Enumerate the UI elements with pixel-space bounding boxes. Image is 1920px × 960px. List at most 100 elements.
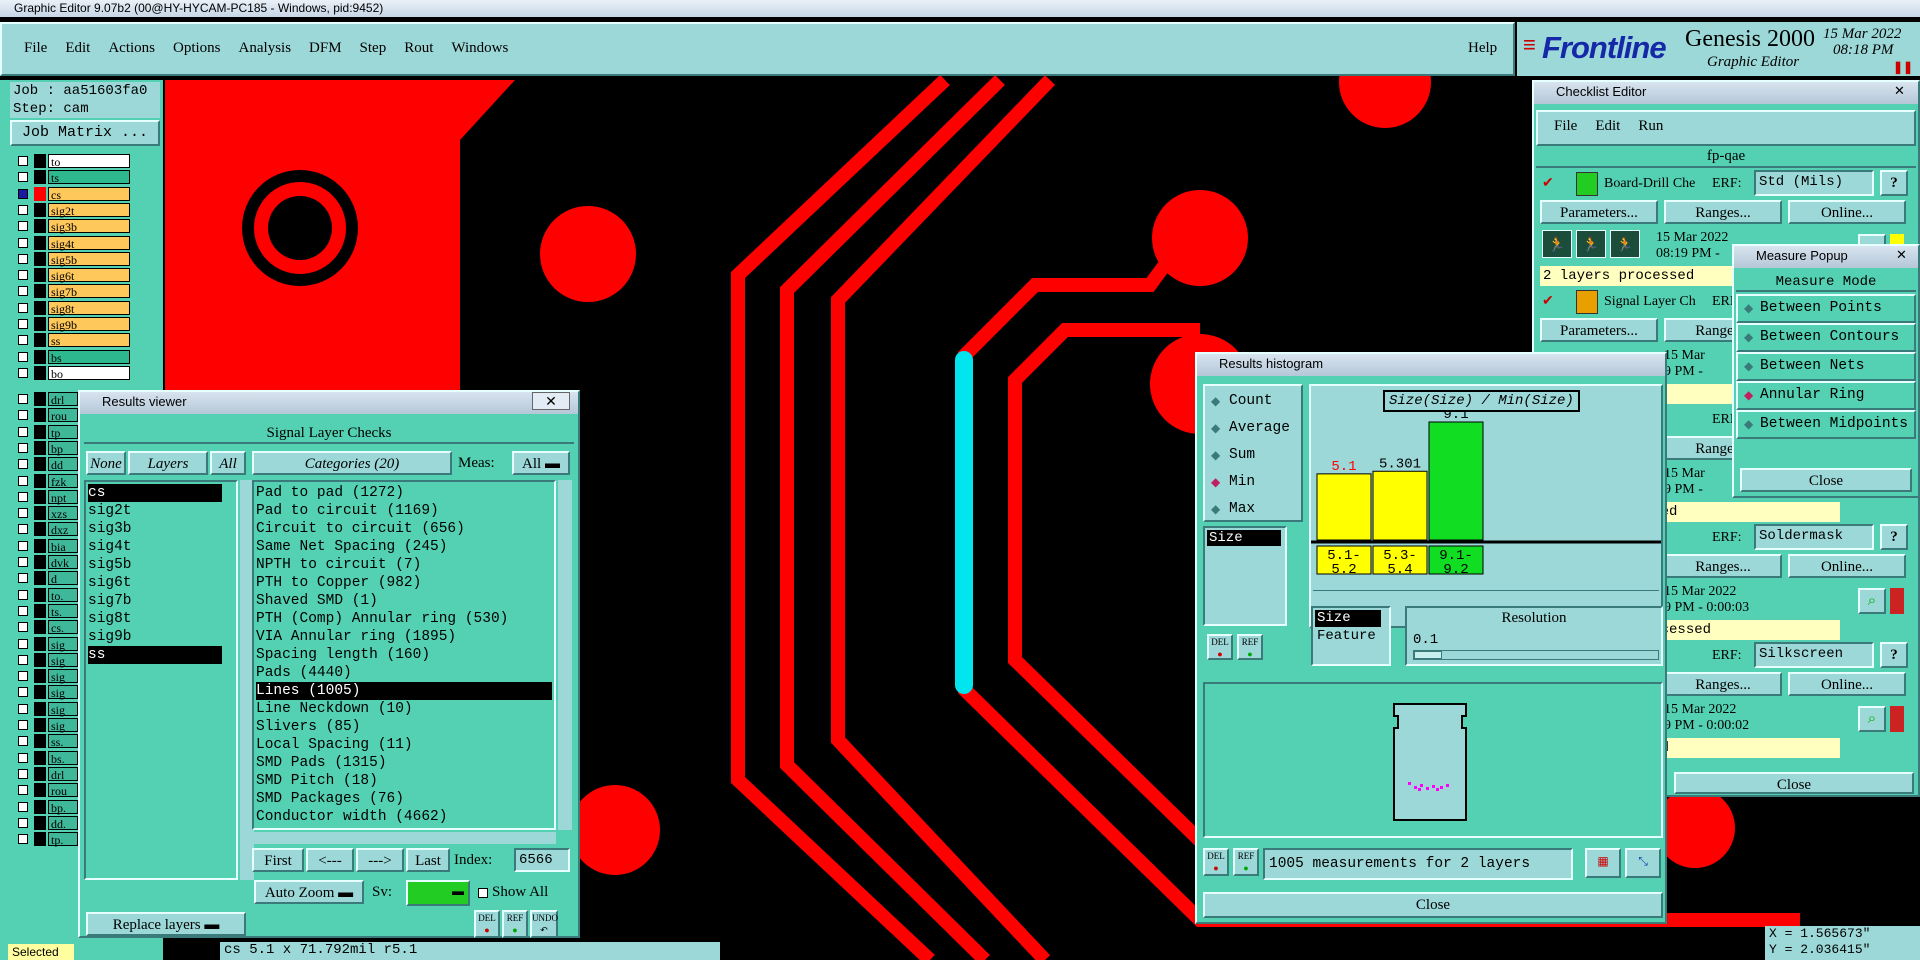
check-online-button[interactable]: Online... — [1788, 554, 1906, 578]
layer-checkbox[interactable] — [18, 622, 28, 633]
category-list[interactable]: Pad to pad (1272) Pad to circuit (1169) Ci… — [252, 480, 556, 830]
category-item[interactable]: Pad to circuit (1169) — [256, 502, 552, 520]
replace-layers-select[interactable]: Replace layers ▬ — [86, 912, 246, 936]
category-item[interactable]: Pad to pad (1272) — [256, 484, 552, 502]
layer-list-item[interactable]: sig6t — [88, 574, 222, 592]
layer-checkbox[interactable] — [18, 768, 28, 779]
layer-checkbox[interactable] — [18, 687, 28, 698]
histogram-titlebar[interactable]: Results histogram — [1197, 354, 1665, 376]
category-item[interactable]: VIA Annular ring (1895) — [256, 628, 552, 646]
layer-checkbox[interactable] — [18, 557, 28, 567]
category-item[interactable]: PTH to Copper (982) — [256, 574, 552, 592]
layer-bo[interactable]: bo — [48, 365, 130, 381]
layer-other[interactable]: drl — [48, 766, 78, 782]
measure-close-button[interactable]: Close — [1740, 468, 1912, 492]
category-item[interactable]: Same Net Spacing (245) — [256, 538, 552, 556]
measure-mode-between-points[interactable]: ◆ Between Points — [1736, 294, 1916, 323]
measure-mode-between-nets[interactable]: ◆ Between Nets — [1736, 352, 1916, 381]
layer-other[interactable]: fzk — [48, 473, 78, 489]
layer-checkbox[interactable] — [18, 459, 28, 470]
check-zoom-icon[interactable]: ⌕ — [1858, 588, 1886, 614]
layer-list-item[interactable]: sig7b — [88, 592, 222, 610]
check-online-button[interactable]: Online... — [1788, 672, 1906, 696]
menu-actions[interactable]: Actions — [108, 40, 155, 57]
check-erf-input[interactable]: Silkscreen — [1754, 642, 1874, 668]
size-feature-list[interactable]: Size Feature — [1311, 606, 1391, 666]
layer-other[interactable]: npt — [48, 489, 78, 505]
check-erf-input[interactable]: Std (Mils) — [1754, 170, 1874, 196]
layer-other[interactable]: dvk — [48, 555, 78, 570]
category-item[interactable]: Conductor width (4662) — [256, 808, 552, 826]
field-size[interactable]: Size — [1207, 530, 1281, 546]
check-parameters-button[interactable]: Parameters... — [1540, 318, 1658, 342]
histogram-zoom-icon[interactable]: ⤡ — [1625, 848, 1661, 878]
layer-list-item[interactable]: ss — [88, 646, 222, 664]
check-run-icon[interactable]: 🏃 — [1576, 230, 1606, 258]
layer-checkbox[interactable] — [18, 589, 28, 600]
measure-mode-between-midpoints[interactable]: ◆ Between Midpoints — [1736, 410, 1916, 439]
menu-help[interactable]: Help — [1468, 40, 1497, 57]
check-run-icon[interactable]: 🏃 — [1610, 230, 1640, 258]
layer-checkbox[interactable] — [18, 654, 28, 665]
layer-checkbox[interactable] — [18, 367, 28, 378]
check-enabled-icon[interactable]: ✔ — [1542, 292, 1554, 309]
layer-list-item[interactable]: sig4t — [88, 538, 222, 556]
layer-sig7b[interactable]: sig7b — [48, 284, 130, 299]
check-ranges-button[interactable]: Ranges... — [1664, 672, 1782, 696]
check-help-button[interactable]: ? — [1880, 642, 1908, 668]
layer-checkbox[interactable] — [18, 752, 28, 763]
next-button[interactable]: ---> — [356, 848, 404, 872]
histogram-hscrollbar[interactable] — [1313, 590, 1659, 600]
layer-checkbox[interactable] — [18, 834, 28, 845]
layer-other[interactable]: sig — [48, 685, 78, 700]
layer-list-item[interactable]: sig9b — [88, 628, 222, 646]
layer-other[interactable]: dxz — [48, 522, 78, 537]
histogram-close-button[interactable]: Close — [1203, 892, 1663, 918]
layer-checkbox[interactable] — [18, 253, 28, 264]
layer-checkbox[interactable] — [18, 540, 28, 551]
layer-sig9b[interactable]: sig9b — [48, 317, 130, 332]
category-item[interactable]: Local Spacing (11) — [256, 736, 552, 754]
layer-checkbox[interactable] — [18, 156, 28, 166]
menu-step[interactable]: Step — [360, 40, 387, 57]
checklist-menu-edit[interactable]: Edit — [1595, 118, 1620, 135]
histogram-del-top-button[interactable]: DEL ● — [1207, 634, 1233, 660]
layer-list-item[interactable]: cs — [88, 484, 222, 502]
category-item[interactable]: SMD Pitch (18) — [256, 772, 552, 790]
category-item[interactable]: SMD Pads (1315) — [256, 754, 552, 772]
checklist-menu-run[interactable]: Run — [1638, 118, 1663, 135]
category-item[interactable]: Lines (1005) — [256, 682, 552, 700]
sv-color-select[interactable]: ▬ — [406, 880, 470, 906]
layer-checkbox[interactable] — [18, 442, 28, 453]
layer-other[interactable]: sig — [48, 669, 78, 684]
layer-checkbox[interactable] — [18, 573, 28, 584]
layer-other[interactable]: rou — [48, 408, 78, 423]
layer-other[interactable]: xzs — [48, 506, 78, 521]
layer-other[interactable]: dd — [48, 457, 78, 472]
check-run-icon[interactable]: 🏃 — [1542, 230, 1572, 258]
histogram-bar[interactable] — [1372, 470, 1428, 541]
job-matrix-button[interactable]: Job Matrix ... — [10, 120, 160, 146]
layer-checkbox[interactable] — [18, 785, 28, 796]
histogram-export-icon[interactable]: ▦ — [1585, 848, 1621, 878]
layer-other[interactable]: bs. — [48, 750, 78, 766]
histogram-bar[interactable] — [1428, 421, 1484, 541]
layer-checkbox[interactable] — [18, 817, 28, 828]
layer-checkbox[interactable] — [18, 188, 28, 199]
index-input[interactable]: 6566 — [514, 848, 570, 872]
layer-checkbox[interactable] — [18, 671, 28, 682]
layer-checkbox[interactable] — [18, 720, 28, 730]
histogram-ref-button[interactable]: REF ● — [1233, 848, 1259, 876]
measure-mode-annular-ring[interactable]: ◆ Annular Ring — [1736, 381, 1916, 410]
layer-checkbox[interactable] — [18, 351, 28, 362]
prev-button[interactable]: <--- — [306, 848, 354, 872]
layer-other[interactable]: bp — [48, 440, 78, 456]
layer-checkbox[interactable] — [18, 491, 28, 502]
layer-checkbox[interactable] — [18, 335, 28, 346]
layer-other[interactable]: sig — [48, 636, 78, 652]
measure-close-icon[interactable]: ✕ — [1896, 247, 1907, 263]
layer-other[interactable]: cs. — [48, 620, 78, 635]
layer-other[interactable]: sig — [48, 718, 78, 733]
layer-other[interactable]: sig — [48, 652, 78, 668]
layer-checkbox[interactable] — [18, 426, 28, 437]
